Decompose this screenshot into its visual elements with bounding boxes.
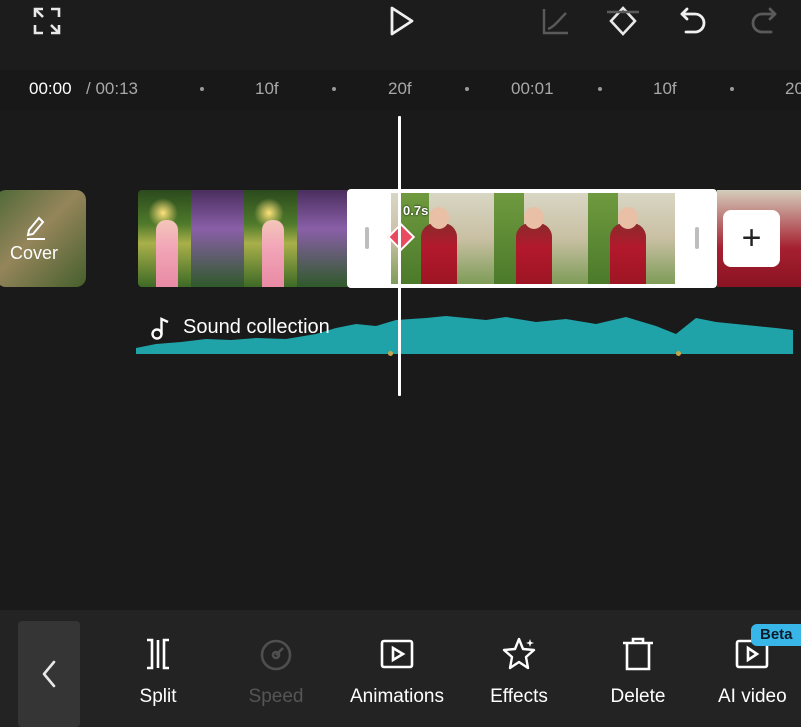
clip-duration: 0.7s (403, 203, 429, 218)
split-button[interactable]: Split (132, 636, 184, 716)
beat-marker (388, 351, 393, 356)
clip-thumbnail (244, 190, 297, 287)
ruler-mark: 20f (388, 79, 412, 98)
speed-button: Speed (240, 636, 312, 716)
delete-icon (623, 637, 653, 671)
clip-thumbnail (138, 190, 191, 287)
ai-video-button[interactable]: AI video (716, 636, 801, 716)
ruler-mark: 10f (255, 79, 279, 98)
ruler-mark: 00:01 (511, 79, 554, 98)
back-button[interactable] (18, 621, 80, 727)
redo-icon (746, 3, 782, 39)
total-time: / 00:13 (86, 79, 138, 98)
clip-thumbnail (485, 193, 581, 284)
split-label: Split (139, 686, 177, 707)
ruler-mark: 20f (785, 79, 801, 98)
current-time: 00:00 (29, 79, 72, 98)
play-icon[interactable] (383, 3, 419, 39)
speed-icon (260, 639, 292, 671)
ruler-dot (730, 87, 734, 91)
video-clip[interactable] (138, 190, 350, 287)
clip-thumbnail (191, 190, 244, 287)
time-ruler[interactable]: 00:00 / 00:13 10f 20f 00:01 10f 20f (0, 70, 801, 110)
clip-thumbnail (580, 193, 675, 284)
clip-thumbnail (297, 190, 350, 287)
animations-label: Animations (350, 686, 444, 707)
ruler-dot (200, 87, 204, 91)
top-toolbar (0, 0, 801, 70)
keyframe-icon[interactable] (605, 3, 641, 39)
ruler-dot (598, 87, 602, 91)
chevron-left-icon (42, 660, 56, 688)
ruler-dot (332, 87, 336, 91)
effects-button[interactable]: Effects (483, 636, 555, 716)
ruler-mark: 10f (653, 79, 677, 98)
cover-label: Cover (10, 243, 59, 263)
beat-marker (676, 351, 681, 356)
graph-curve-icon (538, 3, 574, 39)
ruler-dot (465, 87, 469, 91)
trim-handle-right[interactable] (695, 227, 699, 249)
music-note-icon (151, 317, 169, 340)
audio-track-label: Sound collection (183, 316, 330, 338)
delete-button[interactable]: Delete (606, 636, 670, 716)
effects-icon (502, 637, 536, 670)
animations-icon (380, 639, 414, 669)
fullscreen-icon[interactable] (29, 3, 65, 39)
speed-label: Speed (248, 686, 304, 707)
trim-handle-left[interactable] (365, 227, 369, 249)
ai-video-label: AI video (718, 686, 787, 707)
delete-label: Delete (610, 686, 666, 707)
split-icon (147, 638, 169, 670)
animations-button[interactable]: Animations (341, 636, 453, 716)
edit-pencil-icon (26, 216, 45, 240)
beta-badge: Beta (751, 624, 801, 646)
effects-label: Effects (490, 686, 548, 707)
playhead[interactable] (398, 116, 401, 396)
undo-icon[interactable] (675, 3, 711, 39)
add-clip-button[interactable]: + (723, 210, 780, 267)
